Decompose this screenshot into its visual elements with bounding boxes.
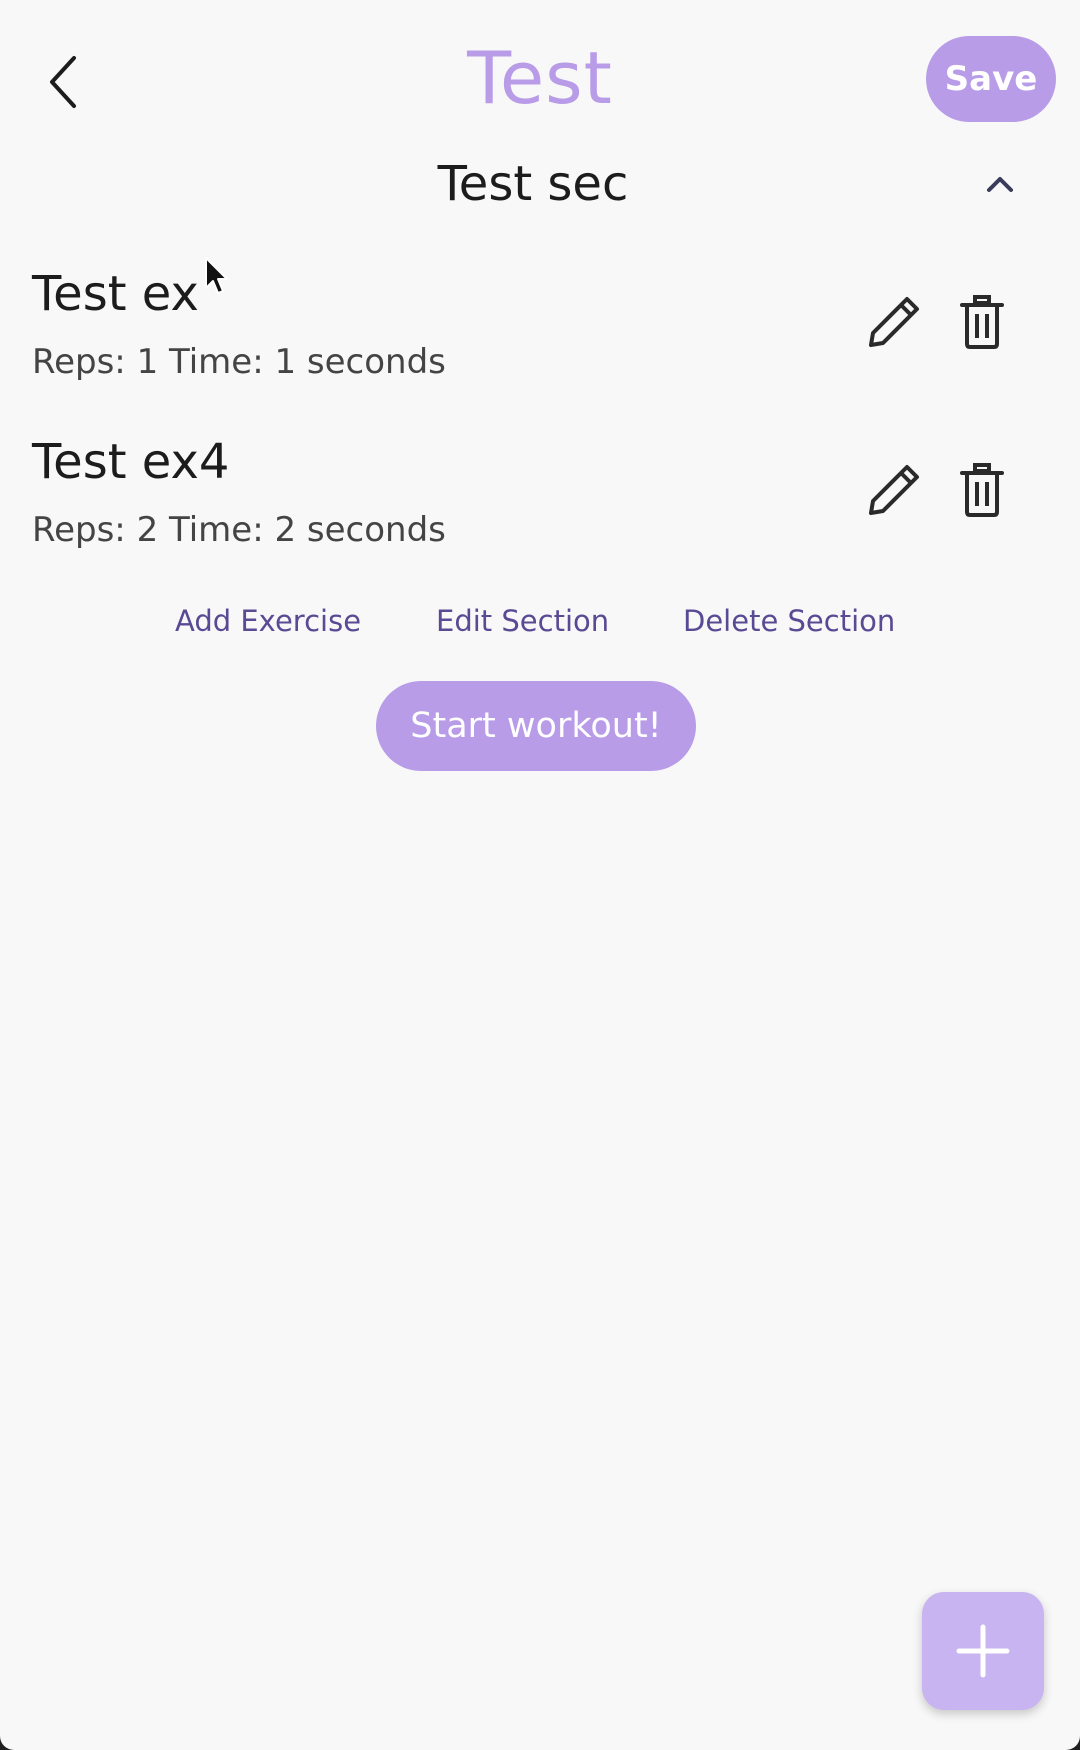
trash-icon bbox=[960, 295, 1004, 349]
page-title: Test bbox=[467, 36, 613, 120]
trash-icon bbox=[960, 463, 1004, 517]
delete-section-button[interactable]: Delete Section bbox=[683, 604, 895, 638]
add-exercise-button[interactable]: Add Exercise bbox=[175, 604, 361, 638]
start-workout-button[interactable]: Start workout! bbox=[376, 681, 696, 771]
exercise-name: Test ex4 bbox=[32, 434, 230, 490]
pencil-icon bbox=[869, 297, 919, 347]
exercise-row: Test ex Reps: 1 Time: 1 seconds bbox=[0, 266, 1080, 416]
exercise-row: Test ex4 Reps: 2 Time: 2 seconds bbox=[0, 434, 1080, 584]
pencil-icon bbox=[869, 465, 919, 515]
delete-exercise-button[interactable] bbox=[950, 458, 1014, 522]
exercise-details: Reps: 2 Time: 2 seconds bbox=[32, 510, 446, 550]
save-button[interactable]: Save bbox=[926, 36, 1056, 122]
section-actions: Add Exercise Edit Section Delete Section bbox=[0, 604, 1080, 654]
exercise-details: Reps: 1 Time: 1 seconds bbox=[32, 342, 446, 382]
exercise-name: Test ex bbox=[32, 266, 199, 322]
collapse-section-button[interactable] bbox=[980, 164, 1020, 204]
edit-exercise-button[interactable] bbox=[862, 290, 926, 354]
top-bar: Test Save bbox=[0, 0, 1080, 150]
delete-exercise-button[interactable] bbox=[950, 290, 1014, 354]
mouse-cursor-icon bbox=[205, 257, 228, 294]
chevron-up-icon bbox=[987, 177, 1013, 192]
section-header[interactable]: Test sec bbox=[0, 150, 1080, 220]
add-button[interactable] bbox=[922, 1592, 1044, 1710]
section-title: Test sec bbox=[437, 156, 629, 212]
edit-exercise-button[interactable] bbox=[862, 458, 926, 522]
app-window: Test Save Test sec Test ex Reps: 1 Time:… bbox=[0, 0, 1080, 1750]
edit-section-button[interactable]: Edit Section bbox=[436, 604, 609, 638]
plus-icon bbox=[956, 1624, 1010, 1678]
